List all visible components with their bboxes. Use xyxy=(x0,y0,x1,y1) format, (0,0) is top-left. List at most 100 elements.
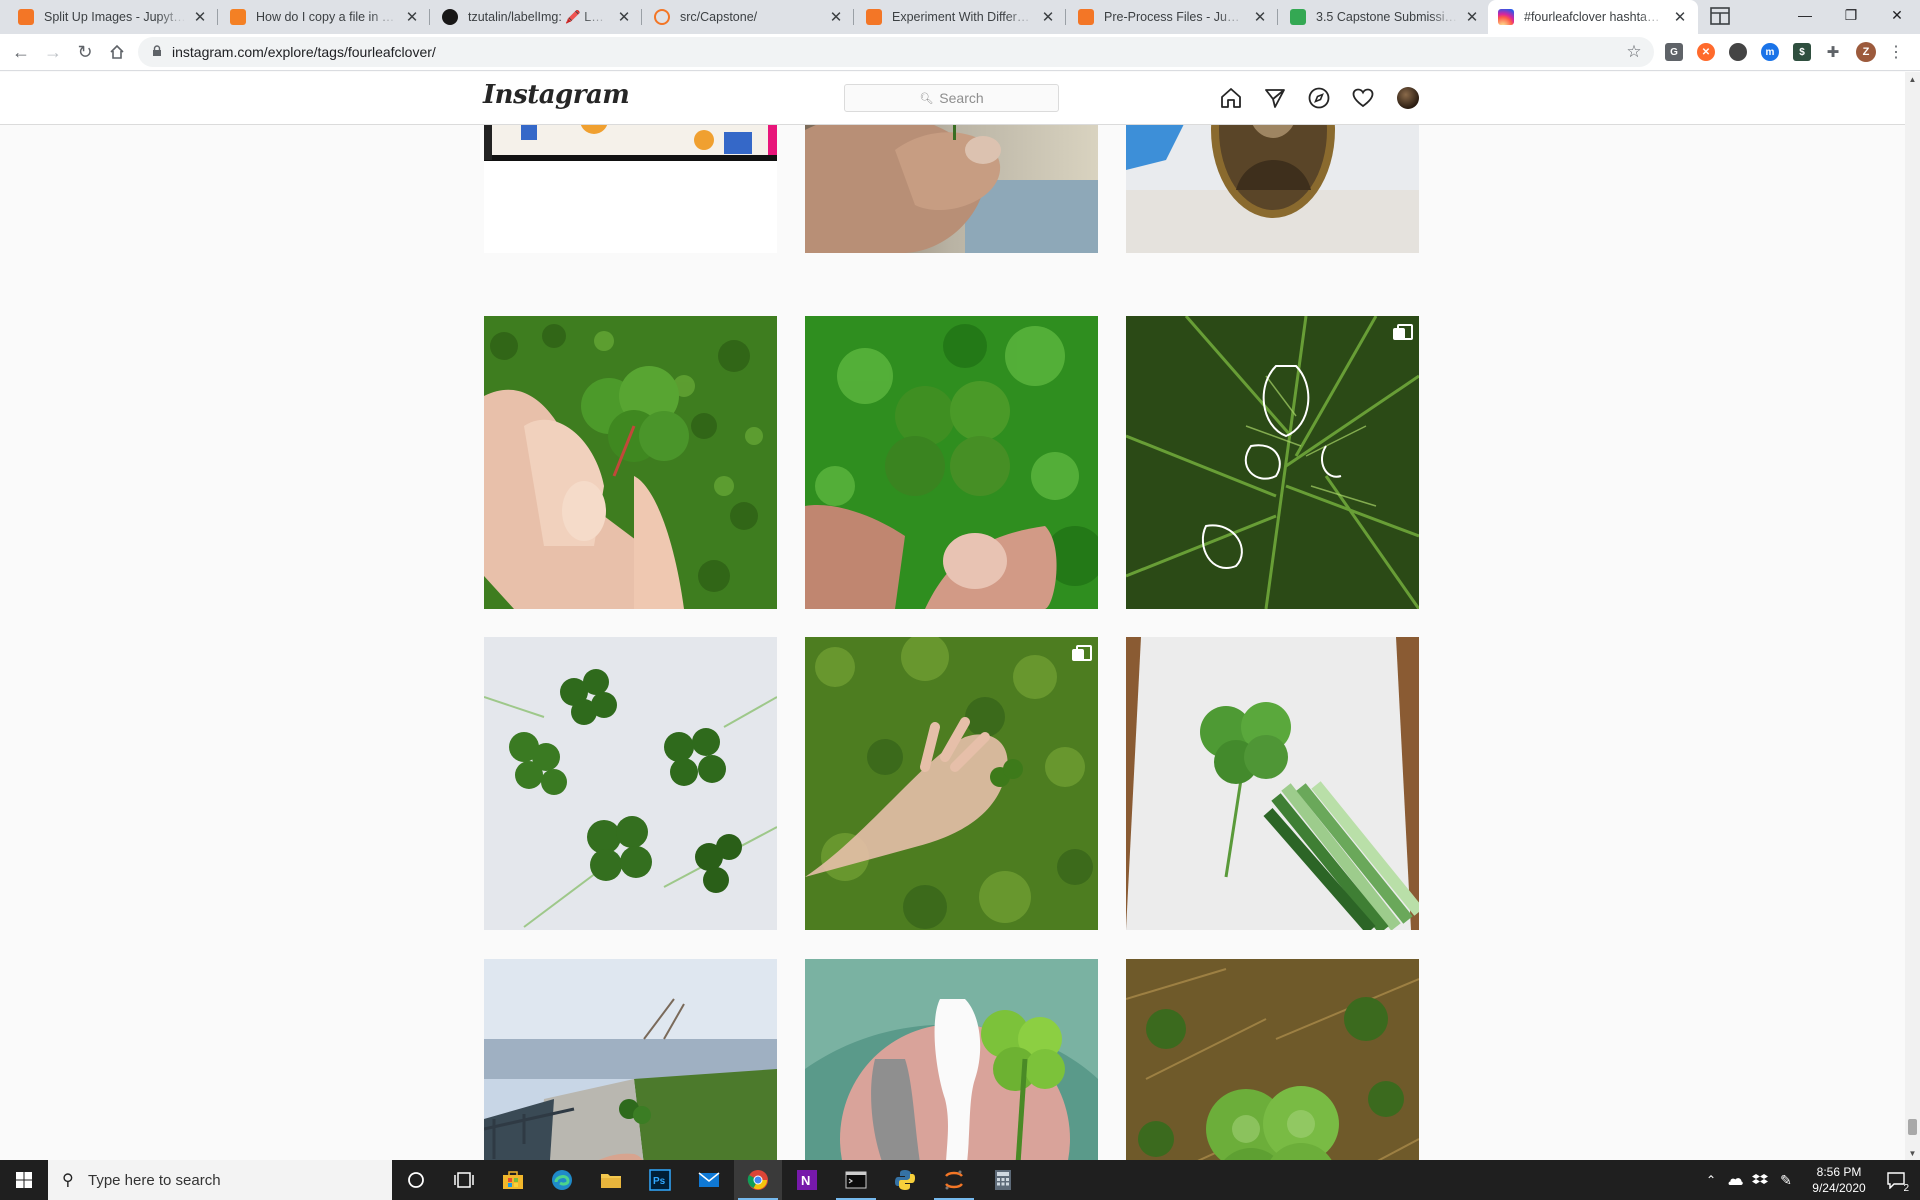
instagram-icon xyxy=(1498,9,1514,25)
post-image-clover-dry-grass xyxy=(1126,959,1419,1160)
extension-circle-icon[interactable] xyxy=(1729,43,1747,61)
windows-start-icon[interactable] xyxy=(0,1160,48,1200)
springboard-icon xyxy=(1290,9,1306,25)
file-explorer-icon[interactable] xyxy=(587,1160,635,1200)
cortana-icon[interactable] xyxy=(392,1160,440,1200)
extension-green-icon[interactable]: $ xyxy=(1793,43,1811,61)
post-tile[interactable] xyxy=(484,637,777,930)
extension-orange-icon[interactable]: ✕ xyxy=(1697,43,1715,61)
bookmark-star-icon[interactable]: ☆ xyxy=(1620,38,1648,66)
jupyter-icon xyxy=(654,9,670,25)
direct-icon[interactable] xyxy=(1263,86,1287,110)
stackoverflow-icon xyxy=(230,9,246,25)
jupyter-icon xyxy=(1078,9,1094,25)
search-icon: 🔍︎ xyxy=(919,92,934,105)
pen-icon[interactable]: ✎ xyxy=(1774,1160,1798,1200)
chrome-menu-icon[interactable]: ⋮ xyxy=(1882,38,1910,66)
python-icon[interactable] xyxy=(881,1160,929,1200)
close-tab-icon[interactable]: ✕ xyxy=(1040,9,1056,26)
profile-avatar[interactable] xyxy=(1397,87,1419,109)
post-tile[interactable] xyxy=(805,316,1098,609)
restore-icon[interactable]: ❐ xyxy=(1828,0,1874,30)
post-image-hand-clover-grass xyxy=(484,316,777,609)
photoshop-icon[interactable]: Ps xyxy=(636,1160,684,1200)
close-tab-icon[interactable]: ✕ xyxy=(404,9,420,26)
instagram-header: Instagram 🔍︎ Search xyxy=(0,72,1905,125)
onenote-icon[interactable]: N xyxy=(783,1160,831,1200)
post-tile[interactable] xyxy=(484,959,777,1160)
home-icon[interactable] xyxy=(103,38,131,66)
activity-heart-icon[interactable] xyxy=(1351,86,1375,110)
tab-src-capstone[interactable]: src/Capstone/ ✕ xyxy=(644,0,854,34)
scroll-up-icon[interactable]: ▲ xyxy=(1905,72,1920,86)
forward-icon[interactable]: → xyxy=(39,38,67,66)
search-icon: ⚲ xyxy=(62,1172,74,1189)
close-tab-icon[interactable]: ✕ xyxy=(1252,9,1268,26)
close-tab-icon[interactable]: ✕ xyxy=(616,9,632,26)
terminal-icon[interactable] xyxy=(832,1160,880,1200)
post-tile[interactable] xyxy=(805,959,1098,1160)
close-tab-icon[interactable]: ✕ xyxy=(828,9,844,26)
url-text: instagram.com/explore/tags/fourleafclove… xyxy=(172,44,436,60)
tab-labelimg[interactable]: tzutalin/labelImg: 🖍️ LabelImg ✕ xyxy=(432,0,642,34)
browser-toolbar: ← → ↻ instagram.com/explore/tags/fourlea… xyxy=(0,34,1920,71)
close-tab-icon[interactable]: ✕ xyxy=(1672,9,1688,26)
home-icon[interactable] xyxy=(1219,86,1243,110)
calculator-icon[interactable] xyxy=(979,1160,1027,1200)
notification-count: 2 xyxy=(1903,1183,1909,1194)
edge-icon[interactable] xyxy=(538,1160,586,1200)
tab-split-up-images[interactable]: Split Up Images - Jupyter Notebook ✕ xyxy=(8,0,218,34)
jupyter-app-icon[interactable] xyxy=(930,1160,978,1200)
extension-blue-icon[interactable]: m xyxy=(1761,43,1779,61)
carousel-icon xyxy=(1393,324,1413,340)
post-tile[interactable] xyxy=(1126,959,1419,1160)
microsoft-store-icon[interactable] xyxy=(489,1160,537,1200)
extension-g-icon[interactable]: G xyxy=(1665,43,1683,61)
post-image-hand-in-clover xyxy=(805,637,1098,930)
post-tile[interactable] xyxy=(805,637,1098,930)
action-center-icon[interactable]: 2 xyxy=(1876,1160,1916,1200)
task-view-icon[interactable] xyxy=(440,1160,488,1200)
jupyter-icon xyxy=(18,9,34,25)
reload-icon[interactable]: ↻ xyxy=(71,38,99,66)
post-image-riverside-hand xyxy=(484,959,777,1160)
dropbox-icon[interactable] xyxy=(1748,1160,1772,1200)
onedrive-icon[interactable] xyxy=(1723,1160,1747,1200)
address-bar[interactable]: instagram.com/explore/tags/fourleafclove… xyxy=(138,37,1654,67)
taskbar-clock[interactable]: 8:56 PM 9/24/2020 xyxy=(1804,1164,1874,1196)
minimize-icon[interactable]: — xyxy=(1782,0,1828,30)
jupyter-icon xyxy=(866,9,882,25)
tab-copy-file-python[interactable]: How do I copy a file in Python? ✕ xyxy=(220,0,430,34)
scrollbar-thumb[interactable] xyxy=(1908,1119,1917,1135)
instagram-logo[interactable]: Instagram xyxy=(483,80,630,110)
scroll-down-icon[interactable]: ▼ xyxy=(1905,1146,1920,1160)
close-tab-icon[interactable]: ✕ xyxy=(192,9,208,26)
post-image-cat-ghost-clover xyxy=(805,959,1098,1160)
page-scrollbar[interactable]: ▲ ▼ xyxy=(1905,72,1920,1160)
github-icon xyxy=(442,9,458,25)
svg-text:Ps: Ps xyxy=(653,1176,666,1187)
chrome-icon[interactable] xyxy=(734,1160,782,1200)
explore-icon[interactable] xyxy=(1307,86,1331,110)
search-input[interactable]: 🔍︎ Search xyxy=(844,84,1059,112)
close-window-icon[interactable]: ✕ xyxy=(1874,0,1920,30)
tab-capstone-submission[interactable]: 3.5 Capstone Submission - ✕ xyxy=(1280,0,1490,34)
svg-text:N: N xyxy=(801,1173,810,1188)
tab-pre-process-files[interactable]: Pre-Process Files - Jupyter Notebook ✕ xyxy=(1068,0,1278,34)
show-hidden-icons-icon[interactable]: ⌃ xyxy=(1700,1160,1722,1200)
post-tile[interactable] xyxy=(484,316,777,609)
post-image-clover-drawing xyxy=(1126,637,1419,930)
close-tab-icon[interactable]: ✕ xyxy=(1464,9,1480,26)
taskbar-search-input[interactable]: ⚲ Type here to search xyxy=(48,1160,392,1200)
extensions-puzzle-icon[interactable]: ✚ xyxy=(1819,38,1847,66)
post-image-four-clovers xyxy=(484,637,777,930)
post-tile[interactable] xyxy=(1126,637,1419,930)
tab-search-icon[interactable] xyxy=(1706,2,1734,30)
profile-avatar[interactable]: Z xyxy=(1856,42,1876,62)
page-viewport: Instagram 🔍︎ Search xyxy=(0,72,1905,1160)
tab-fourleafclover-instagram[interactable]: #fourleafclover hashtag on Instagram ✕ xyxy=(1488,0,1698,34)
back-icon[interactable]: ← xyxy=(7,38,35,66)
mail-icon[interactable] xyxy=(685,1160,733,1200)
tab-experiment-models[interactable]: Experiment With Different Models ✕ xyxy=(856,0,1066,34)
post-tile[interactable] xyxy=(1126,316,1419,609)
